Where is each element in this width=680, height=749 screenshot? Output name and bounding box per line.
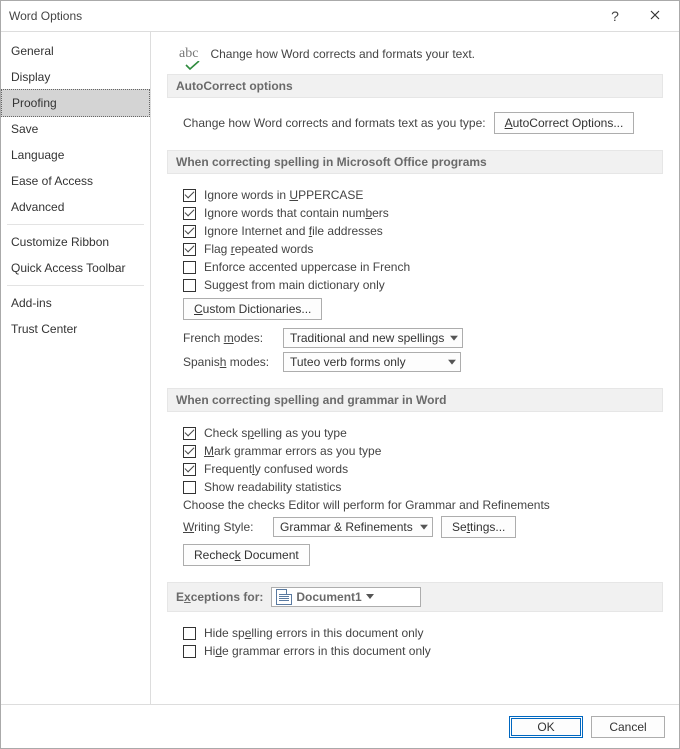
- checkbox-label: Ignore words that contain numbers: [204, 206, 389, 220]
- checkbox-label: Show readability statistics: [204, 480, 341, 494]
- button-label: OK: [537, 720, 554, 734]
- sidebar: General Display Proofing Save Language E…: [1, 32, 151, 704]
- chevron-down-icon: [420, 525, 428, 531]
- custom-dictionaries-button[interactable]: Custom Dictionaries...: [183, 298, 322, 320]
- sidebar-item-label: Quick Access Toolbar: [11, 261, 126, 275]
- checkbox-ignore-uppercase[interactable]: [183, 189, 196, 202]
- section-header-word-grammar: When correcting spelling and grammar in …: [167, 388, 663, 412]
- autocorrect-text: Change how Word corrects and formats tex…: [183, 116, 486, 130]
- section-office-spelling: Ignore words in UPPERCASE Ignore words t…: [167, 174, 663, 382]
- sidebar-item-label: Language: [11, 148, 64, 162]
- help-icon: ?: [611, 8, 619, 24]
- checkbox-label: Hide spelling errors in this document on…: [204, 626, 423, 640]
- checkbox-french-accent[interactable]: [183, 261, 196, 274]
- sidebar-item-general[interactable]: General: [1, 38, 150, 64]
- writing-style-label: Writing Style:: [183, 520, 265, 534]
- section-exceptions: Hide spelling errors in this document on…: [167, 612, 663, 668]
- checkbox-main-dictionary[interactable]: [183, 279, 196, 292]
- checkbox-confused-words[interactable]: [183, 463, 196, 476]
- sidebar-separator: [7, 285, 144, 286]
- titlebar: Word Options ?: [1, 1, 679, 31]
- checkbox-label: Frequently confused words: [204, 462, 348, 476]
- autocorrect-options-button[interactable]: AutoCorrect Options...: [494, 112, 635, 134]
- select-value: Document1: [296, 590, 361, 604]
- section-header-exceptions: Exceptions for: Document1: [167, 582, 663, 612]
- sidebar-item-save[interactable]: Save: [1, 116, 150, 142]
- sidebar-item-ease-of-access[interactable]: Ease of Access: [1, 168, 150, 194]
- proofing-icon: abc: [179, 46, 198, 62]
- checkbox-hide-spelling-errors[interactable]: [183, 627, 196, 640]
- checkbox-ignore-internet[interactable]: [183, 225, 196, 238]
- chevron-down-icon: [450, 336, 458, 342]
- word-options-dialog: Word Options ? General Display Proofing …: [0, 0, 680, 749]
- document-icon: [276, 589, 292, 605]
- sidebar-item-customize-ribbon[interactable]: Customize Ribbon: [1, 229, 150, 255]
- sidebar-item-label: Save: [11, 122, 38, 136]
- exceptions-document-select[interactable]: Document1: [271, 587, 421, 607]
- french-modes-label: French modes:: [183, 331, 275, 345]
- checkbox-label: Suggest from main dictionary only: [204, 278, 385, 292]
- sidebar-item-addins[interactable]: Add-ins: [1, 290, 150, 316]
- exceptions-label: Exceptions for:: [176, 590, 263, 604]
- ok-button[interactable]: OK: [509, 716, 583, 738]
- checkbox-label: Flag repeated words: [204, 242, 313, 256]
- section-word-grammar: Check spelling as you type Mark grammar …: [167, 412, 663, 576]
- help-button[interactable]: ?: [595, 1, 635, 31]
- sidebar-item-label: Display: [11, 70, 50, 84]
- checkbox-label: Ignore words in UPPERCASE: [204, 188, 363, 202]
- sidebar-separator: [7, 224, 144, 225]
- spanish-modes-label: Spanish modes:: [183, 355, 275, 369]
- checkbox-readability[interactable]: [183, 481, 196, 494]
- checkbox-label: Check spelling as you type: [204, 426, 347, 440]
- sidebar-item-label: Customize Ribbon: [11, 235, 109, 249]
- sidebar-item-advanced[interactable]: Advanced: [1, 194, 150, 220]
- section-header-office-spelling: When correcting spelling in Microsoft Of…: [167, 150, 663, 174]
- intro-row: abc Change how Word corrects and formats…: [179, 46, 663, 62]
- select-value: Traditional and new spellings: [290, 331, 444, 345]
- recheck-document-button[interactable]: Recheck Document: [183, 544, 310, 566]
- select-value: Grammar & Refinements: [280, 520, 413, 534]
- sidebar-item-label: Advanced: [11, 200, 64, 214]
- close-button[interactable]: [635, 1, 675, 31]
- sidebar-item-label: Proofing: [12, 96, 57, 110]
- select-value: Tuteo verb forms only: [290, 355, 406, 369]
- choose-checks-text: Choose the checks Editor will perform fo…: [183, 498, 550, 512]
- sidebar-item-proofing[interactable]: Proofing: [1, 89, 150, 117]
- window-title: Word Options: [9, 9, 595, 23]
- checkbox-check-spelling[interactable]: [183, 427, 196, 440]
- section-header-autocorrect: AutoCorrect options: [167, 74, 663, 98]
- sidebar-item-label: Trust Center: [11, 322, 77, 336]
- dialog-footer: OK Cancel: [1, 704, 679, 748]
- checkbox-mark-grammar[interactable]: [183, 445, 196, 458]
- intro-text: Change how Word corrects and formats you…: [210, 47, 475, 61]
- sidebar-item-label: Ease of Access: [11, 174, 93, 188]
- checkbox-ignore-numbers[interactable]: [183, 207, 196, 220]
- cancel-button[interactable]: Cancel: [591, 716, 665, 738]
- sidebar-item-quick-access[interactable]: Quick Access Toolbar: [1, 255, 150, 281]
- sidebar-item-display[interactable]: Display: [1, 64, 150, 90]
- button-label: utoCorrect Options...: [513, 116, 624, 130]
- content-area: General Display Proofing Save Language E…: [1, 31, 679, 704]
- sidebar-item-trust-center[interactable]: Trust Center: [1, 316, 150, 342]
- sidebar-item-label: Add-ins: [11, 296, 52, 310]
- checkbox-label: Ignore Internet and file addresses: [204, 224, 383, 238]
- button-label: Cancel: [609, 720, 646, 734]
- close-icon: [650, 9, 660, 23]
- chevron-down-icon: [366, 594, 374, 600]
- checkbox-hide-grammar-errors[interactable]: [183, 645, 196, 658]
- settings-button[interactable]: Settings...: [441, 516, 516, 538]
- spanish-modes-select[interactable]: Tuteo verb forms only: [283, 352, 461, 372]
- checkbox-label: Enforce accented uppercase in French: [204, 260, 410, 274]
- sidebar-item-label: General: [11, 44, 54, 58]
- main-panel: abc Change how Word corrects and formats…: [151, 32, 679, 704]
- writing-style-select[interactable]: Grammar & Refinements: [273, 517, 433, 537]
- checkbox-label: Mark grammar errors as you type: [204, 444, 381, 458]
- section-autocorrect: Change how Word corrects and formats tex…: [167, 98, 663, 144]
- sidebar-item-language[interactable]: Language: [1, 142, 150, 168]
- checkbox-flag-repeated[interactable]: [183, 243, 196, 256]
- chevron-down-icon: [448, 360, 456, 366]
- checkbox-label: Hide grammar errors in this document onl…: [204, 644, 431, 658]
- french-modes-select[interactable]: Traditional and new spellings: [283, 328, 463, 348]
